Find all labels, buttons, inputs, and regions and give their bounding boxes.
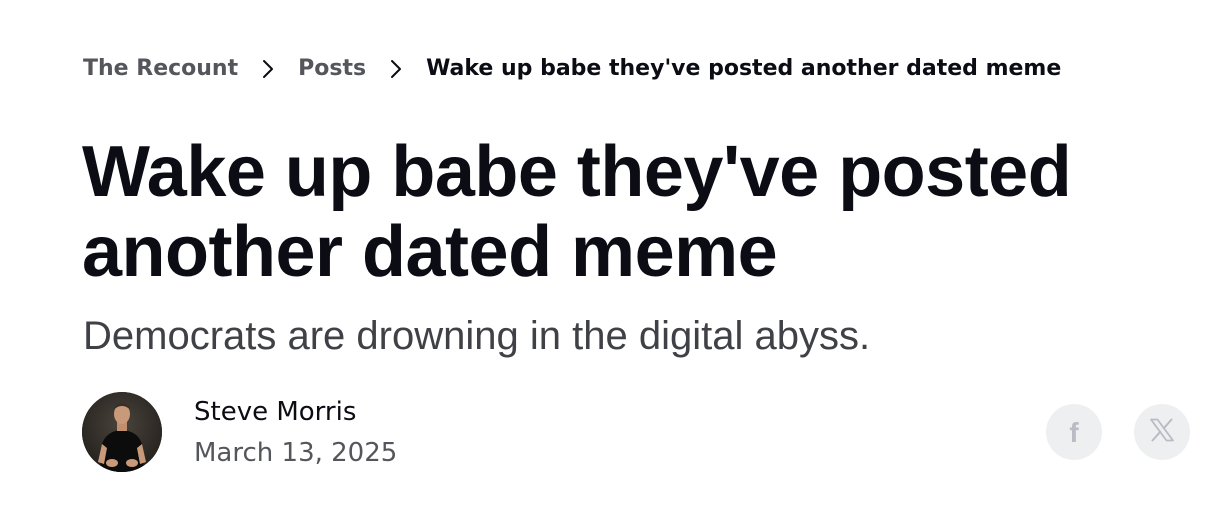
chevron-right-icon	[366, 58, 426, 80]
breadcrumb-link-posts[interactable]: Posts	[298, 54, 366, 84]
x-logo-icon	[1149, 418, 1175, 447]
chevron-right-icon	[238, 58, 298, 80]
share-x-button[interactable]	[1134, 404, 1190, 460]
share-facebook-button[interactable]: f	[1046, 404, 1102, 460]
facebook-icon: f	[1069, 417, 1079, 448]
breadcrumb: The Recount Posts Wake up babe they've p…	[83, 54, 1061, 84]
article-title: Wake up babe they've posted another date…	[82, 132, 1072, 292]
author-name[interactable]: Steve Morris	[194, 395, 356, 429]
article-subtitle: Democrats are drowning in the digital ab…	[83, 314, 871, 358]
author-avatar[interactable]	[82, 392, 162, 472]
breadcrumb-link-home[interactable]: The Recount	[83, 54, 238, 84]
publish-date: March 13, 2025	[194, 438, 398, 468]
breadcrumb-current-page: Wake up babe they've posted another date…	[426, 56, 1062, 81]
